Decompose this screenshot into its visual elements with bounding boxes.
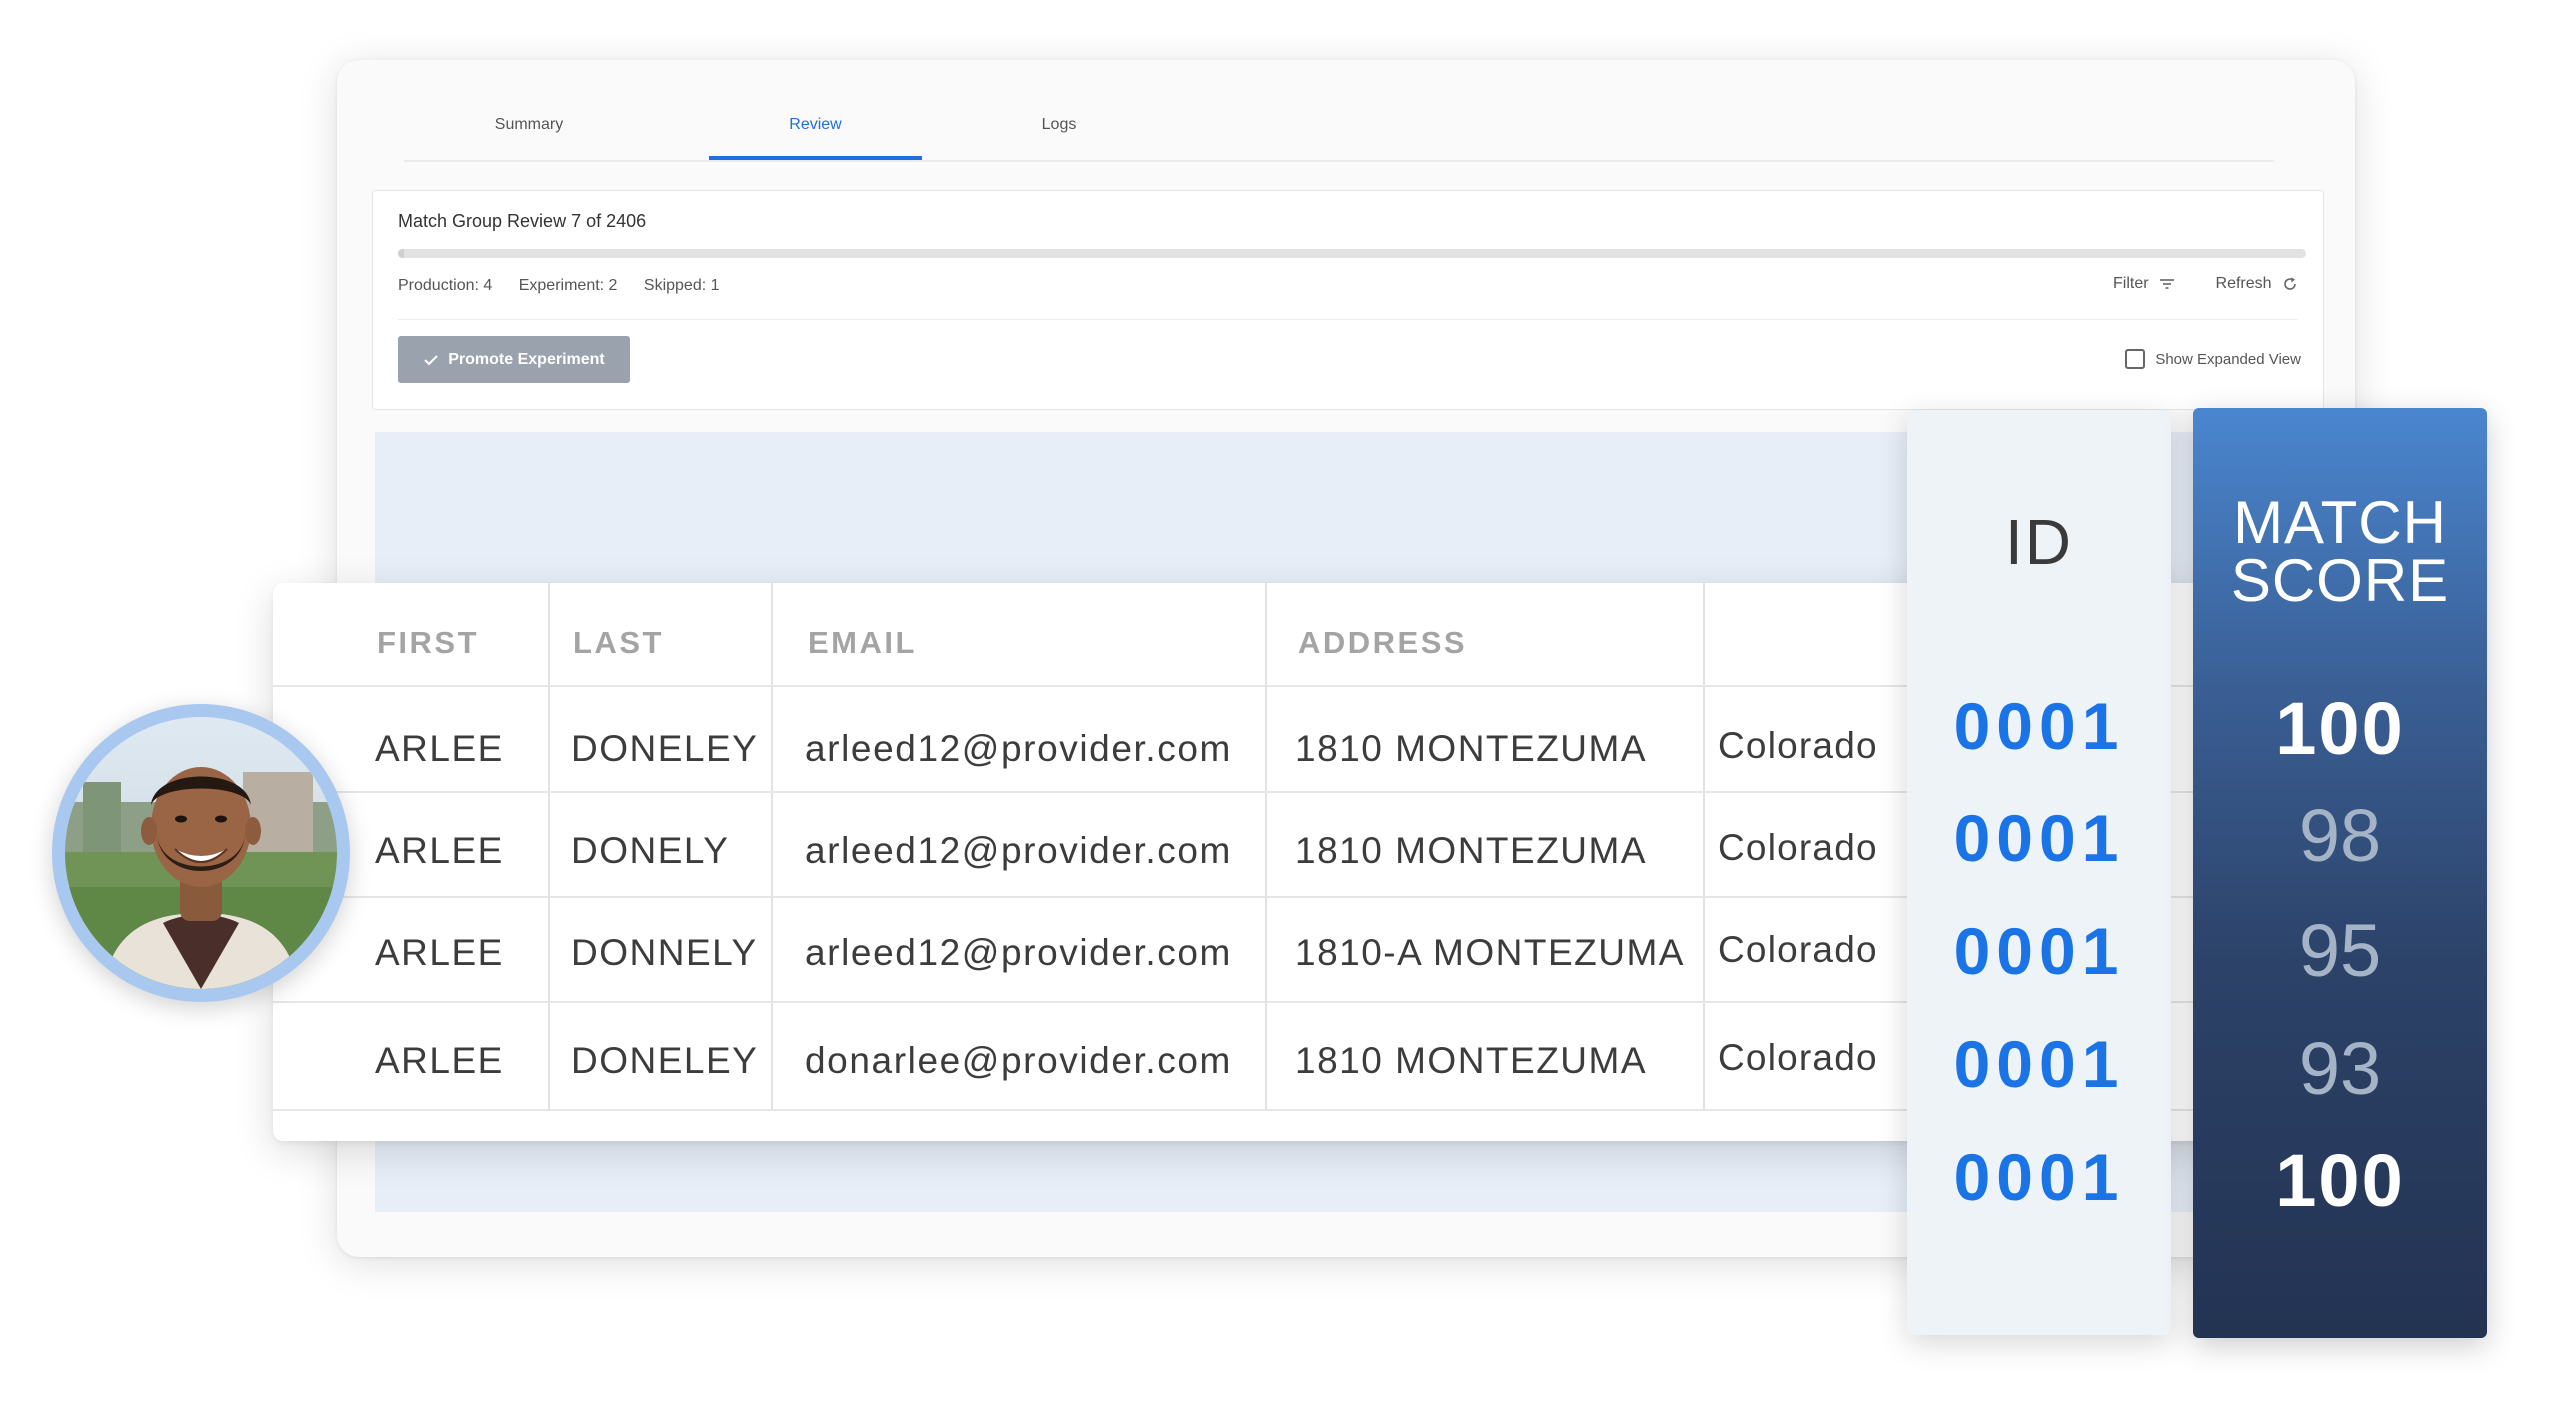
- tab-logs[interactable]: Logs: [984, 110, 1134, 158]
- review-progress-bar: [398, 249, 2306, 258]
- cell-email: arleed12@provider.com: [805, 728, 1232, 769]
- id-value: 0001: [1953, 801, 2125, 875]
- cell-last: DONNELY: [571, 932, 758, 973]
- cell-state: Colorado: [1718, 1037, 1878, 1078]
- score-value: 100: [2275, 687, 2405, 770]
- id-value: 0001: [1953, 1140, 2125, 1214]
- column-divider: [1703, 583, 1705, 1111]
- score-value: 93: [2298, 1027, 2382, 1110]
- cell-last: DONELY: [571, 830, 730, 871]
- cell-last: DONELEY: [571, 728, 759, 769]
- cell-address: 1810 MONTEZUMA: [1295, 1040, 1648, 1081]
- header-first: FIRST: [377, 625, 480, 660]
- review-title: Match Group Review 7 of 2406: [398, 211, 647, 231]
- refresh-icon: [2284, 277, 2296, 290]
- column-divider: [771, 583, 773, 1111]
- cell-first: ARLEE: [375, 728, 504, 769]
- id-value: 0001: [1953, 689, 2125, 763]
- production-count: Production: 4: [398, 277, 493, 294]
- match-score-title-line2: SCORE: [2230, 547, 2450, 614]
- filter-button[interactable]: Filter: [2113, 275, 2175, 293]
- expanded-view-checkbox[interactable]: [2125, 349, 2146, 369]
- refresh-label: Refresh: [2215, 275, 2272, 292]
- header-email: EMAIL: [808, 625, 917, 660]
- score-value: 95: [2298, 909, 2382, 992]
- experiment-count: Experiment: 2: [518, 277, 618, 294]
- tab-review[interactable]: Review: [709, 110, 922, 160]
- review-stats: Production: 4 Experiment: 2 Skipped: 1: [398, 277, 742, 295]
- header-last: LAST: [573, 625, 664, 660]
- skipped-count: Skipped: 1: [643, 277, 720, 294]
- cell-email: donarlee@provider.com: [805, 1040, 1232, 1081]
- expanded-view-toggle[interactable]: Show Expanded View: [2125, 349, 2301, 369]
- column-divider: [1265, 583, 1267, 1111]
- review-progress-fill: [398, 249, 404, 258]
- id-column: ID 0001 0001 0001 0001 0001: [1907, 410, 2171, 1335]
- id-title: ID: [2005, 506, 2073, 578]
- match-score-title-line1: MATCH: [2233, 489, 2447, 556]
- tab-summary[interactable]: Summary: [454, 110, 604, 158]
- cell-address: 1810 MONTEZUMA: [1295, 830, 1648, 871]
- match-score-column: MATCH SCORE 100 98 95 93 100: [2193, 408, 2487, 1338]
- cell-address: 1810 MONTEZUMA: [1295, 728, 1648, 769]
- promote-experiment-button[interactable]: Promote Experiment: [398, 336, 630, 383]
- cell-state: Colorado: [1718, 827, 1878, 868]
- cell-first: ARLEE: [375, 830, 504, 871]
- column-divider: [548, 583, 550, 1111]
- filter-label: Filter: [2112, 275, 2149, 292]
- cell-first: ARLEE: [375, 932, 504, 973]
- cell-state: Colorado: [1718, 929, 1878, 970]
- expanded-view-label: Show Expanded View: [2155, 350, 2301, 368]
- header-address: ADDRESS: [1298, 625, 1468, 660]
- panel-divider: [398, 319, 2298, 320]
- cell-address: 1810-A MONTEZUMA: [1295, 932, 1685, 973]
- cell-email: arleed12@provider.com: [805, 830, 1232, 871]
- review-panel: Match Group Review 7 of 2406 Production:…: [372, 190, 2324, 410]
- user-avatar: [52, 704, 350, 1002]
- check-icon: [424, 354, 438, 365]
- match-score-title: MATCH SCORE: [2193, 489, 2487, 614]
- score-value: 98: [2298, 794, 2382, 877]
- id-value: 0001: [1953, 914, 2125, 988]
- cell-email: arleed12@provider.com: [805, 932, 1232, 973]
- refresh-button[interactable]: Refresh: [2216, 275, 2298, 293]
- score-value: 100: [2275, 1139, 2405, 1222]
- id-value: 0001: [1953, 1027, 2125, 1101]
- filter-icon: [2160, 278, 2174, 289]
- cell-last: DONELEY: [571, 1040, 759, 1081]
- cell-state: Colorado: [1718, 725, 1878, 766]
- promote-label: Promote Experiment: [448, 350, 605, 368]
- user-avatar-photo: [65, 717, 337, 989]
- cell-first: ARLEE: [375, 1040, 504, 1081]
- tab-bar: Summary Review Logs: [404, 110, 2274, 162]
